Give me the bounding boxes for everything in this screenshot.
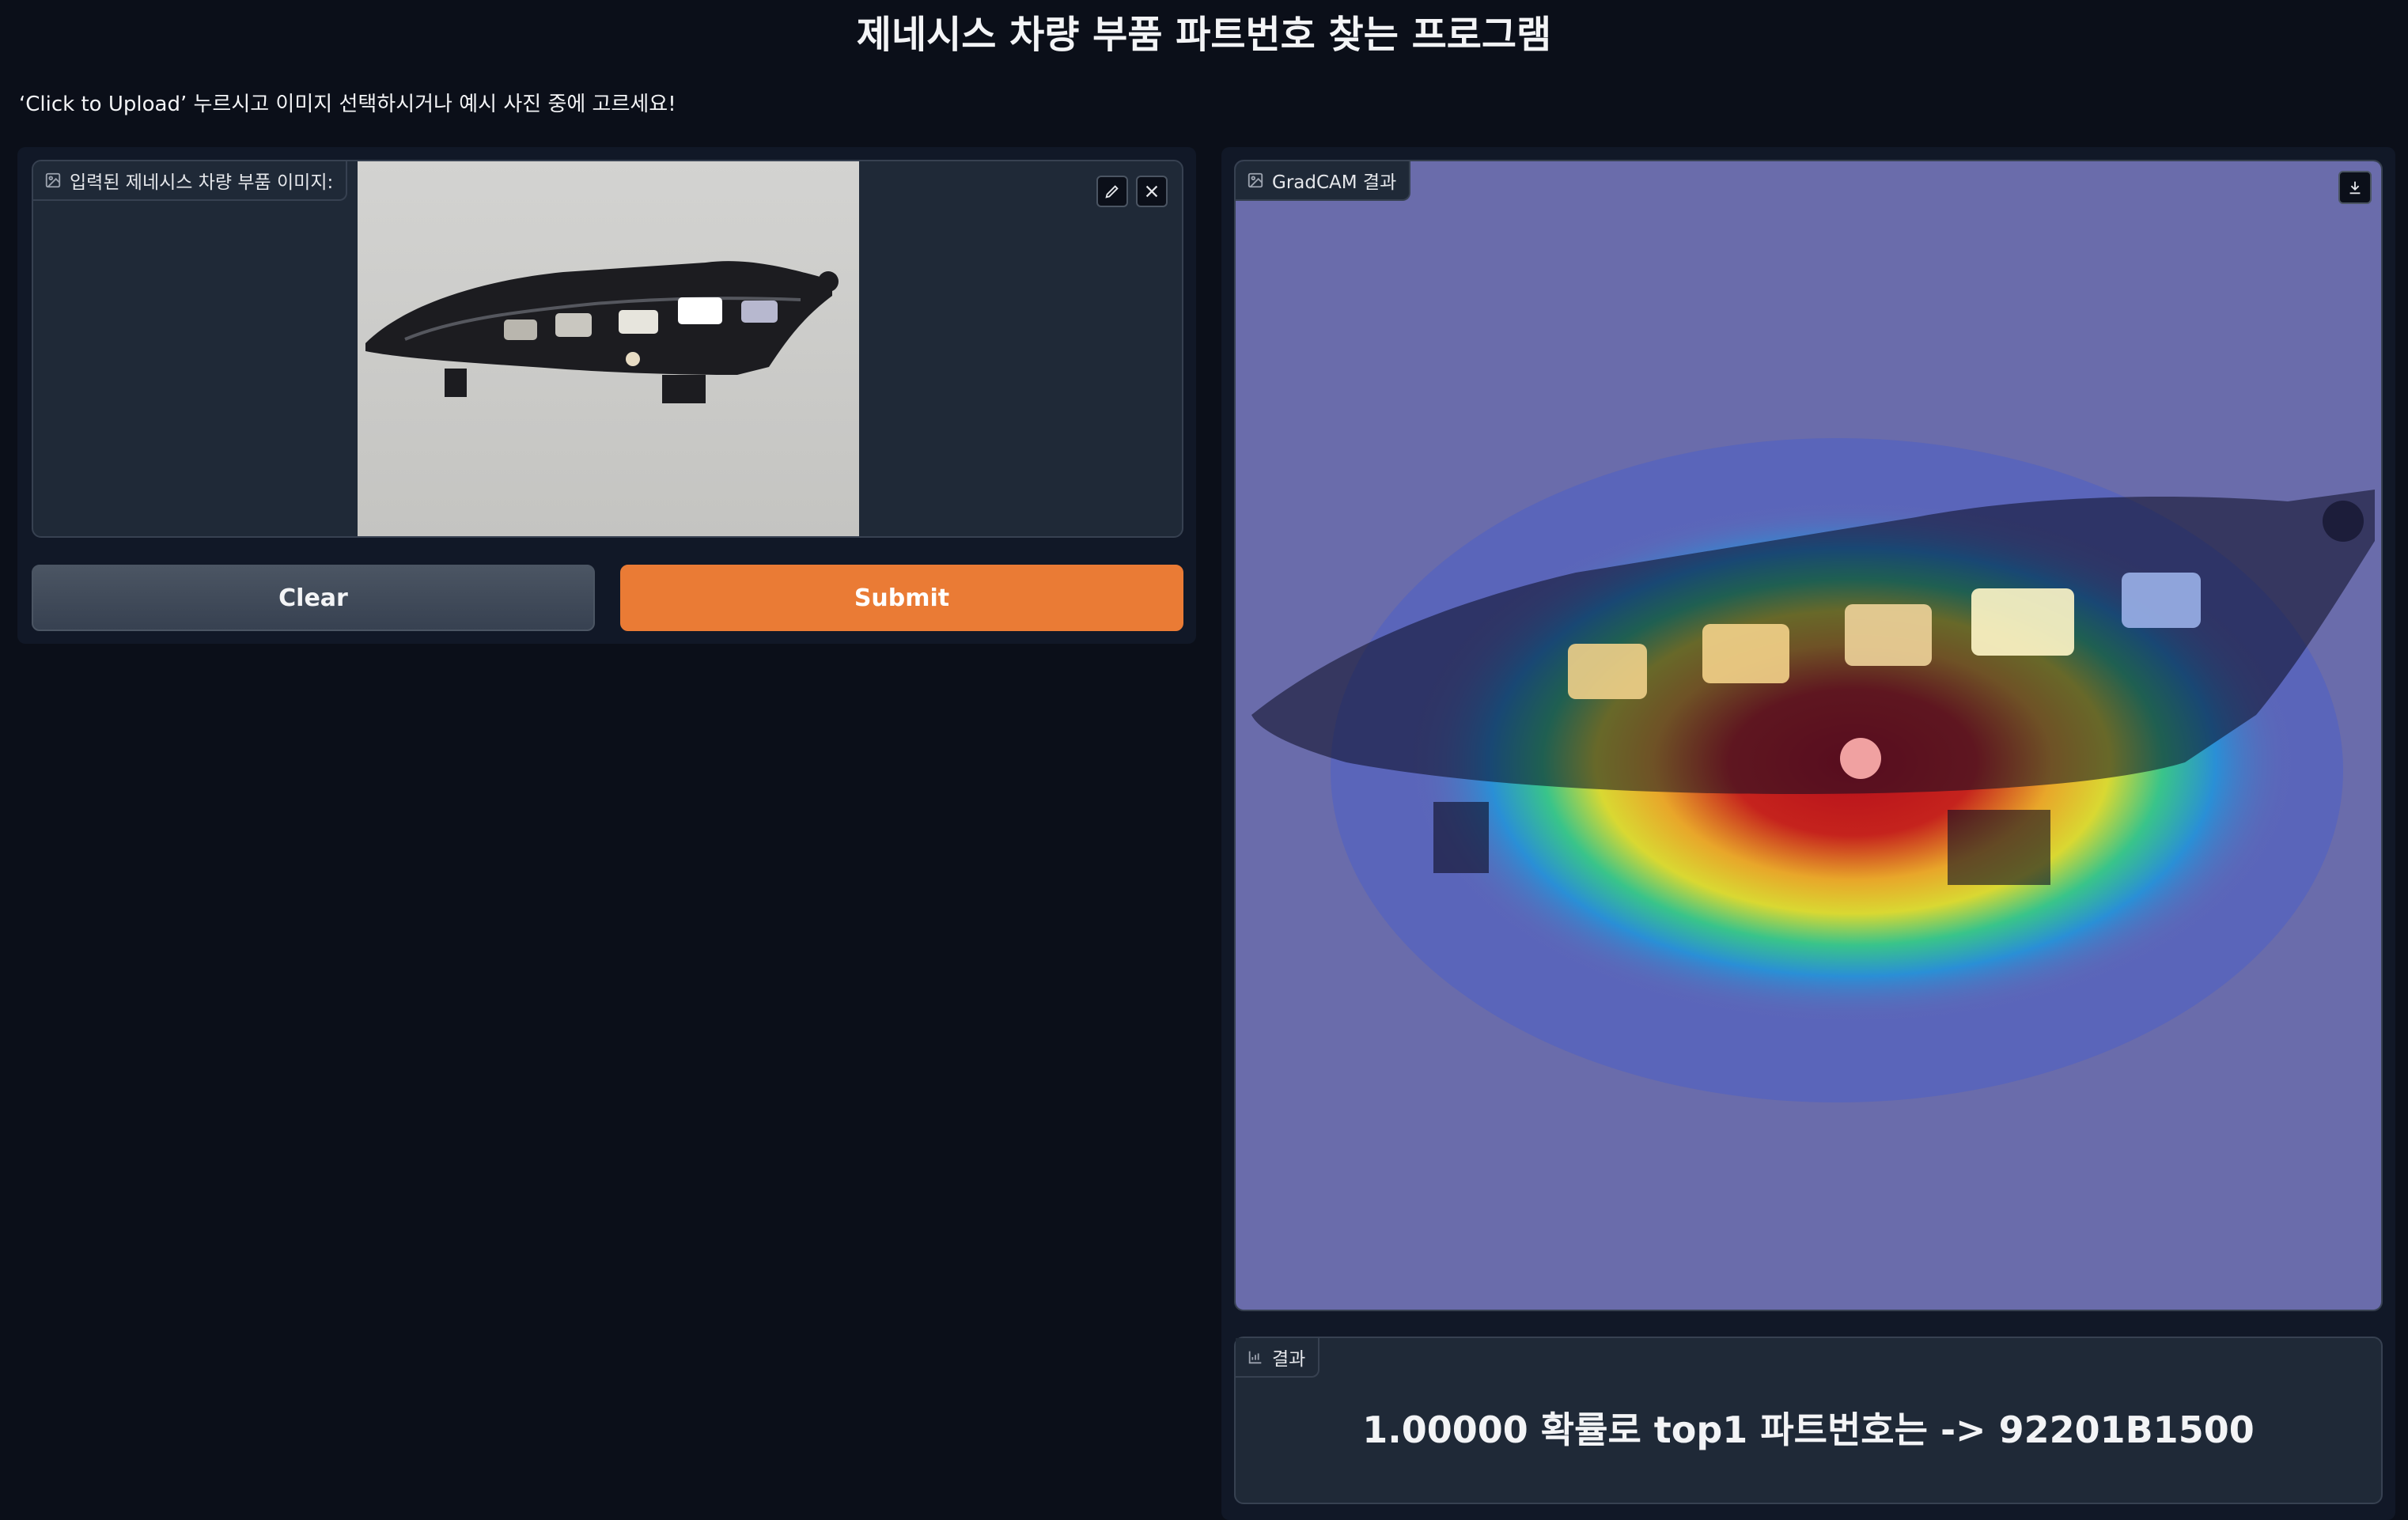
result-output: 결과 1.00000 확률로 top1 파트번호는 -> 92201B1500 (1234, 1337, 2383, 1504)
gradcam-heatmap-image (1236, 161, 2381, 1310)
prediction-result-text: 1.00000 확률로 top1 파트번호는 -> 92201B1500 (1362, 1408, 2255, 1451)
edit-button[interactable] (1096, 176, 1128, 207)
input-panel: 입력된 제네시스 차량 부품 이미지: Clear Submit (17, 147, 1196, 644)
image-icon (44, 172, 62, 189)
chart-icon (1247, 1348, 1264, 1366)
close-button[interactable] (1136, 176, 1168, 207)
gradcam-label-text: GradCAM 결과 (1272, 172, 1397, 193)
instructions-text: ‘Click to Upload’ 누르시고 이미지 선택하시거나 예시 사진 … (19, 93, 676, 116)
close-icon (1145, 185, 1158, 198)
input-part-photo (358, 161, 859, 536)
download-button[interactable] (2338, 171, 2372, 204)
result-label: 결과 (1236, 1338, 1320, 1378)
clear-button[interactable]: Clear (32, 565, 595, 631)
submit-button[interactable]: Submit (620, 565, 1183, 631)
gradcam-output: GradCAM 결과 (1234, 160, 2383, 1311)
image-icon (1247, 172, 1264, 189)
input-image-label: 입력된 제네시스 차량 부품 이미지: (33, 161, 348, 201)
output-panel: GradCAM 결과 결과 1.00000 확률로 top1 파트번호는 -> … (1221, 147, 2395, 1520)
input-label-text: 입력된 제네시스 차량 부품 이미지: (70, 172, 334, 193)
result-label-text: 결과 (1272, 1349, 1306, 1370)
gradcam-label: GradCAM 결과 (1236, 161, 1411, 201)
app-page: 제네시스 차량 부품 파트번호 찾는 프로그램 ‘Click to Upload… (0, 0, 2408, 1520)
download-icon (2349, 181, 2361, 195)
page-title: 제네시스 차량 부품 파트번호 찾는 프로그램 (856, 13, 1552, 57)
image-input[interactable]: 입력된 제네시스 차량 부품 이미지: (32, 160, 1183, 538)
edit-icon (1105, 185, 1119, 199)
